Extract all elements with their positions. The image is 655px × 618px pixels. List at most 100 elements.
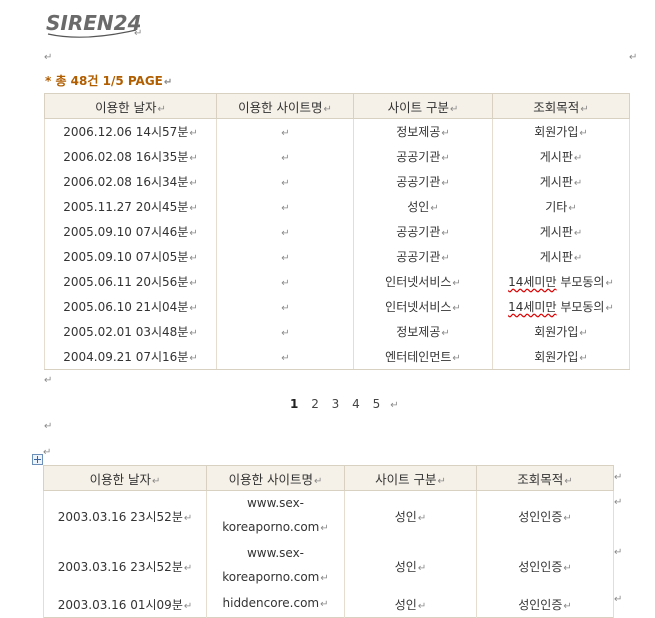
page-link-2[interactable]: 2: [311, 397, 319, 411]
summary-text: * 총 48건 1/5 PAGE: [45, 74, 163, 88]
cell-date: 2004.09.21 07시16분↵: [44, 344, 217, 370]
cell-date: 2005.09.10 07시05분↵: [44, 244, 217, 269]
cell-purpose: 회원가입↵: [492, 344, 630, 370]
paragraph-mark: ↵: [320, 573, 329, 584]
cell-site-category: 공공기관↵: [353, 244, 493, 269]
cell-purpose: 게시판↵: [492, 244, 630, 269]
paragraph-mark: ↵: [430, 203, 439, 214]
table-row: 2006.02.08 16시35분↵ ↵ 공공기관↵ 게시판↵: [44, 144, 630, 169]
paragraph-mark: ↵: [417, 600, 427, 612]
table-row: 2003.03.16 23시52분↵ www.sex-koreaporno.com…: [43, 490, 614, 541]
page-link-1[interactable]: 1: [290, 397, 298, 411]
paragraph-mark: ↵: [281, 302, 290, 314]
paragraph-mark: ↵: [281, 277, 290, 289]
table-move-handle[interactable]: [32, 454, 43, 465]
cell-site-name: ↵: [216, 118, 354, 144]
cell-purpose: 성인인증↵: [476, 490, 614, 541]
cell-site-name: ↵: [216, 344, 354, 370]
paragraph-mark: ↵: [134, 28, 143, 39]
paragraph-mark: ↵: [614, 497, 623, 508]
cell-site-name: ↵: [216, 144, 354, 169]
table-row: 2006.02.08 16시34분↵ ↵ 공공기관↵ 게시판↵: [44, 169, 630, 194]
site-url: www.sex-: [246, 496, 304, 510]
paragraph-mark: ↵: [452, 278, 461, 289]
header-purpose: 조회목적↵: [476, 465, 614, 491]
table-row: 2005.09.10 07시46분↵ ↵ 공공기관↵ 게시판↵: [44, 219, 630, 244]
paragraph-mark: ↵: [44, 421, 53, 432]
siren24-logo: SIREN24: [46, 11, 140, 38]
table-row: 2006.12.06 14시57분↵ ↵ 정보제공↵ 회원가입↵: [44, 118, 630, 144]
paragraph-mark: ↵: [605, 303, 614, 314]
cell-site-category: 공공기관↵: [353, 144, 493, 169]
paragraph-mark: ↵: [452, 303, 461, 314]
site-url: hiddencore.com↵: [222, 596, 329, 610]
cell-site-name: ↵: [216, 319, 354, 344]
table-header-row: 이용한 날자↵ 이용한 사이트명↵ 사이트 구분↵ 조회목적↵: [43, 465, 614, 491]
cell-site-name: www.sex-koreaporno.com↵: [206, 541, 345, 591]
cell-purpose: 성인인증↵: [476, 541, 614, 591]
paragraph-mark: ↵: [573, 153, 583, 164]
paragraph-mark: ↵: [441, 328, 450, 339]
cell-purpose: 게시판↵: [492, 169, 630, 194]
paragraph-mark: ↵: [320, 523, 329, 534]
cell-purpose: 회원가입↵: [492, 118, 630, 144]
paragraph-mark: ↵: [579, 128, 588, 139]
paragraph-mark: ↵: [189, 128, 198, 139]
table-row: 2005.09.10 07시05분↵ ↵ 공공기관↵ 게시판↵: [44, 244, 630, 269]
paragraph-mark: ↵: [417, 562, 427, 574]
paragraph-mark: ↵: [189, 353, 198, 364]
paragraph-mark: ↵: [163, 77, 173, 88]
cell-site-category: 인터넷서비스↵: [353, 269, 493, 294]
cell-site-category: 성인↵: [344, 541, 477, 591]
cell-site-category: 성인↵: [344, 490, 477, 541]
paragraph-mark: ↵: [281, 327, 290, 339]
paragraph-mark: ↵: [189, 153, 198, 164]
site-url: www.sex-: [246, 546, 304, 560]
paragraph-mark: ↵: [568, 203, 577, 214]
cell-date: 2005.02.01 03시48분↵: [44, 319, 217, 344]
header-site-name: 이용한 사이트명↵: [206, 465, 345, 491]
paragraph-mark: ↵: [441, 128, 450, 139]
history-table-2: 이용한 날자↵ 이용한 사이트명↵ 사이트 구분↵ 조회목적↵ 2003.03.…: [43, 465, 614, 618]
paragraph-mark: ↵: [563, 600, 572, 612]
cell-purpose: 게시판↵: [492, 144, 630, 169]
paragraph-mark: ↵: [573, 253, 583, 264]
paragraph-mark: ↵: [563, 512, 572, 524]
paragraph-mark: ↵: [281, 152, 290, 164]
paragraph-mark: ↵: [573, 178, 583, 189]
cell-site-category: 공공기관↵: [353, 169, 493, 194]
header-date: 이용한 날자↵: [44, 93, 217, 119]
cell-site-name: ↵: [216, 219, 354, 244]
history-table: 이용한 날자↵ 이용한 사이트명↵ 사이트 구분↵ 조회목적↵ 2006.12.…: [44, 93, 630, 370]
paragraph-mark: ↵: [605, 278, 614, 289]
paragraph-mark: ↵: [563, 562, 572, 574]
page-link-4[interactable]: 4: [352, 397, 360, 411]
result-summary: * 총 48건 1/5 PAGE↵: [45, 72, 172, 89]
header-date: 이용한 날자↵: [43, 465, 207, 491]
paragraph-mark: ↵: [579, 328, 588, 339]
page-link-5[interactable]: 5: [373, 397, 381, 411]
cell-site-category: 인터넷서비스↵: [353, 294, 493, 319]
table-row: 2005.06.11 20시56분↵ ↵ 인터넷서비스↵ 14세미만 부모동의↵: [44, 269, 630, 294]
paragraph-mark: ↵: [44, 375, 53, 386]
cell-site-category: 정보제공↵: [353, 118, 493, 144]
paragraph-mark: ↵: [189, 303, 198, 314]
header-site-category: 사이트 구분↵: [353, 93, 493, 119]
cell-purpose: 기타↵: [492, 194, 630, 219]
page-link-3[interactable]: 3: [332, 397, 340, 411]
header-purpose: 조회목적↵: [492, 93, 630, 119]
paragraph-mark: ↵: [320, 599, 329, 610]
header-site-category: 사이트 구분↵: [344, 465, 477, 491]
table-header-row: 이용한 날자↵ 이용한 사이트명↵ 사이트 구분↵ 조회목적↵: [44, 93, 630, 119]
paragraph-mark: ↵: [183, 600, 193, 612]
paragraph-mark: ↵: [43, 447, 52, 458]
table-row: 2005.06.10 21시04분↵ ↵ 인터넷서비스↵ 14세미만 부모동의↵: [44, 294, 630, 319]
paragraph-mark: ↵: [579, 353, 588, 364]
paragraph-mark: ↵: [281, 127, 290, 139]
cell-date: 2006.02.08 16시35분↵: [44, 144, 217, 169]
paragraph-mark: ↵: [452, 353, 461, 364]
cell-site-name: ↵: [216, 194, 354, 219]
cell-date: 2003.03.16 23시52분↵: [43, 541, 207, 591]
paragraph-mark: ↵: [189, 178, 198, 189]
paragraph-mark: ↵: [189, 203, 198, 214]
